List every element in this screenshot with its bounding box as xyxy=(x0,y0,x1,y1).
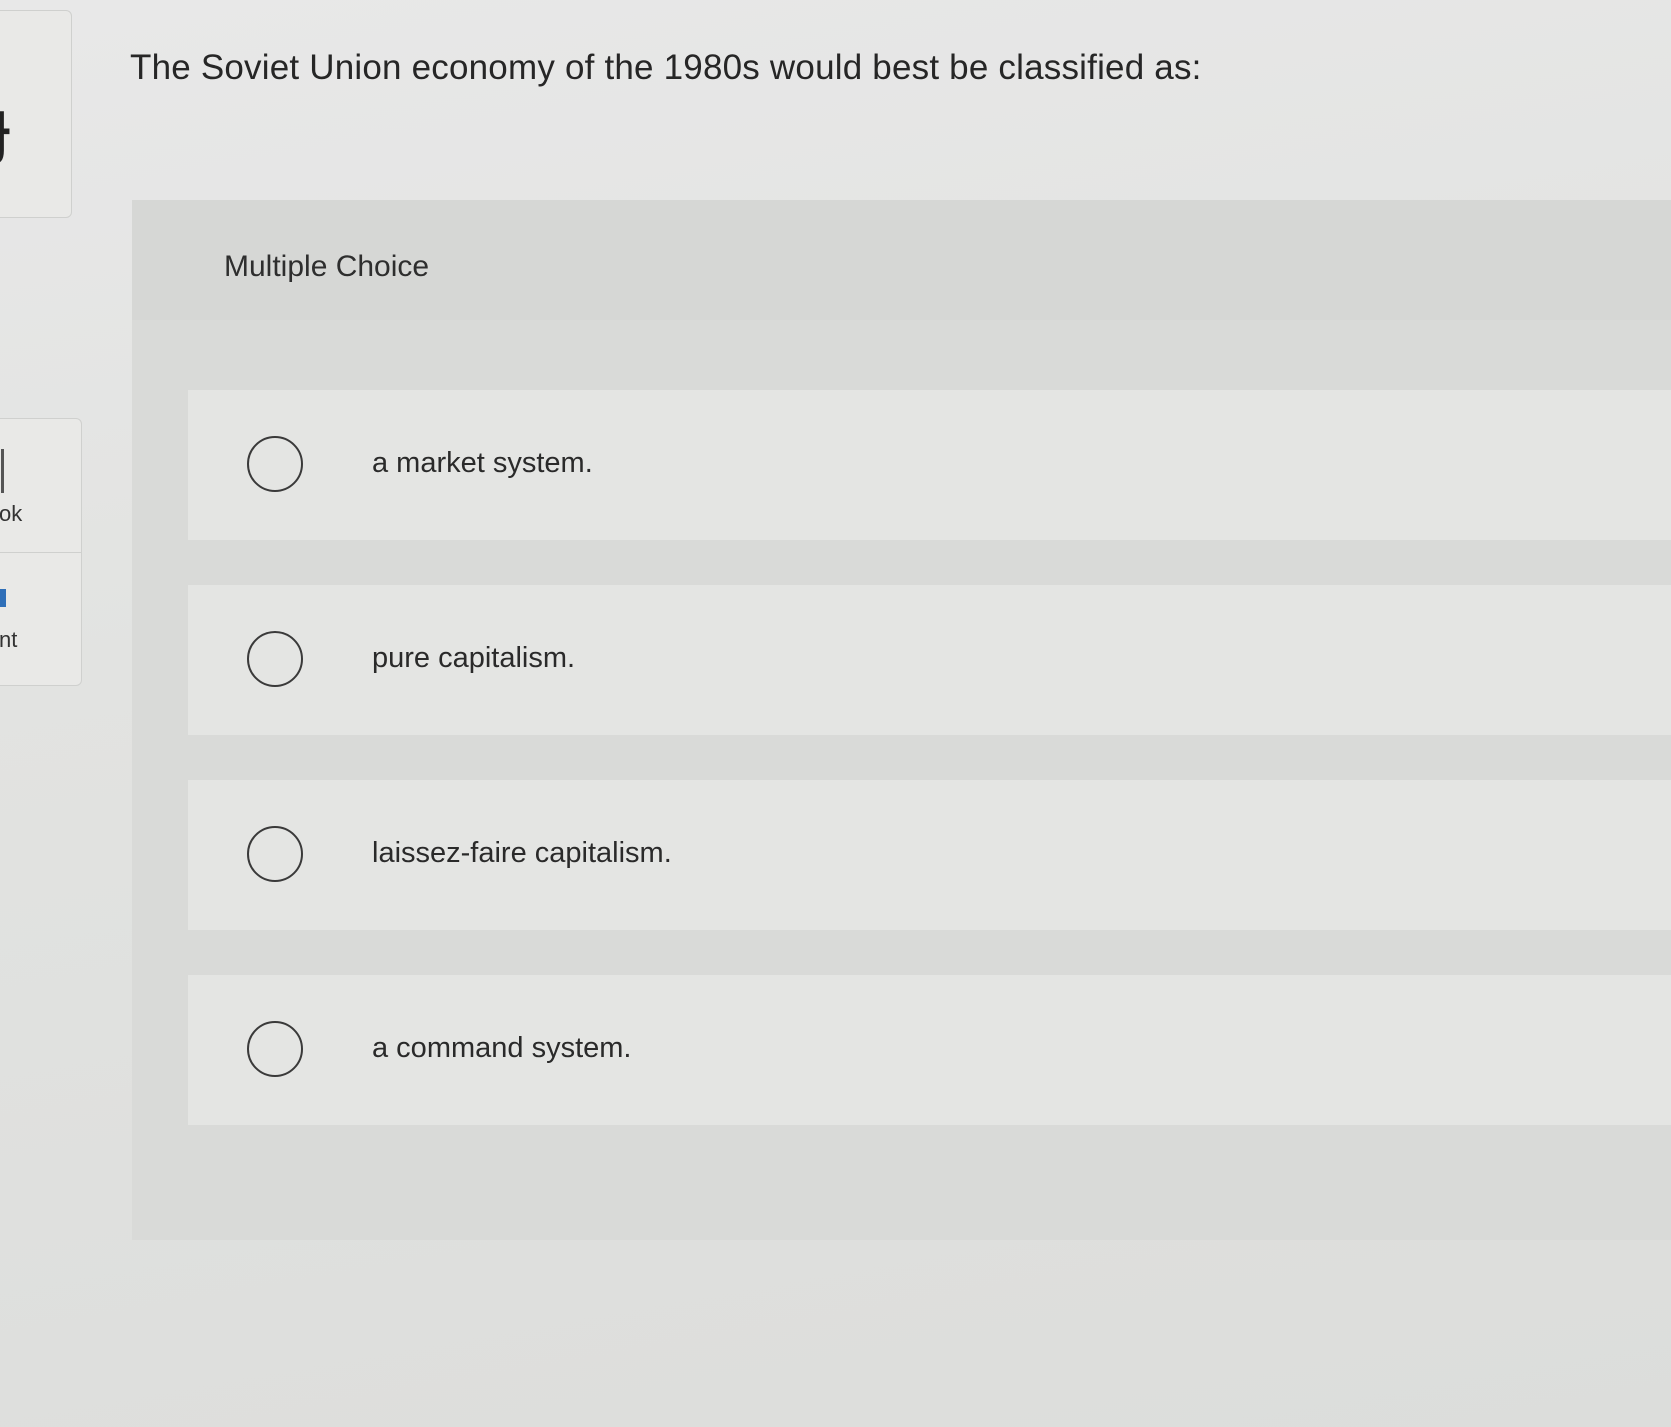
choice-option-b[interactable]: pure capitalism. xyxy=(188,585,1671,735)
question-prompt: The Soviet Union economy of the 1980s wo… xyxy=(130,48,1202,87)
sidebar-item-label[interactable]: ok xyxy=(0,501,22,527)
choice-label: a command system. xyxy=(372,1032,632,1064)
sidebar-item-label[interactable]: nt xyxy=(0,627,17,653)
choice-list: a market system. pure capitalism. laisse… xyxy=(188,390,1671,1170)
choice-option-c[interactable]: laissez-faire capitalism. xyxy=(188,780,1671,930)
multiple-choice-panel: Multiple Choice a market system. pure ca… xyxy=(132,200,1671,1240)
sidebar-divider xyxy=(0,552,81,553)
choice-label: a market system. xyxy=(372,447,593,479)
sidebar-top-card: ɟ xyxy=(0,10,72,218)
radio-button[interactable] xyxy=(247,436,303,492)
radio-button[interactable] xyxy=(247,826,303,882)
choice-label: laissez-faire capitalism. xyxy=(372,837,672,869)
radio-button[interactable] xyxy=(247,1021,303,1077)
question-number-fragment: ɟ xyxy=(0,85,11,167)
panel-header: Multiple Choice xyxy=(132,200,1671,320)
print-icon xyxy=(0,589,6,607)
choice-option-d[interactable]: a command system. xyxy=(188,975,1671,1125)
sidebar-nav: ok nt xyxy=(0,418,82,686)
panel-title: Multiple Choice xyxy=(224,250,430,283)
book-icon xyxy=(1,449,4,493)
choice-label: pure capitalism. xyxy=(372,642,576,674)
radio-button[interactable] xyxy=(247,631,303,687)
choice-option-a[interactable]: a market system. xyxy=(188,390,1671,540)
